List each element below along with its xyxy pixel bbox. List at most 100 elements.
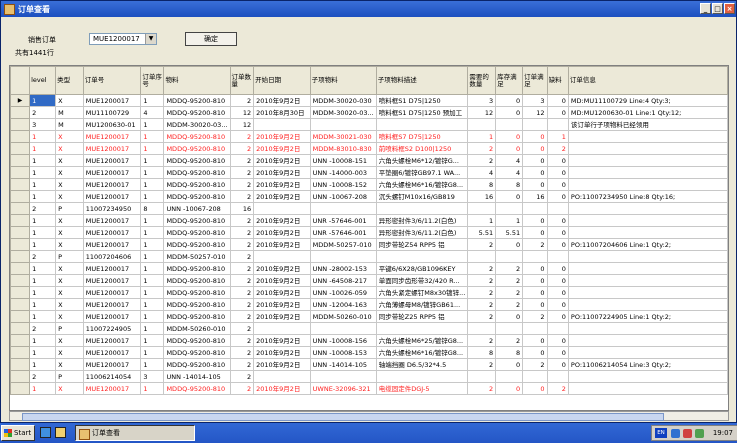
table-cell[interactable]: 1 xyxy=(29,262,57,275)
table-cell[interactable]: MUE1200017 xyxy=(82,226,142,239)
table-cell[interactable]: 沉头螺钉M10x16/GB819 xyxy=(375,190,469,203)
row-selector[interactable] xyxy=(10,202,31,215)
table-cell[interactable]: P xyxy=(55,202,84,215)
table-cell[interactable]: X xyxy=(55,334,84,347)
row-selector[interactable] xyxy=(10,250,31,263)
table-cell[interactable]: 1 xyxy=(29,226,57,239)
table-cell[interactable]: 11006214054 xyxy=(82,370,142,383)
table-cell[interactable] xyxy=(522,202,548,215)
table-cell[interactable]: MDDQ-95200-810 xyxy=(163,382,231,395)
language-indicator[interactable]: EN xyxy=(655,428,667,438)
table-cell[interactable]: MDDQ-95200-810 xyxy=(163,94,231,107)
table-cell[interactable] xyxy=(375,118,469,131)
table-cell[interactable]: 1 xyxy=(140,286,165,299)
table-row[interactable]: 1 X MUE1200017 1 MDDQ-95200-810 2 2010年9月2日 UNN… xyxy=(10,274,728,287)
table-row[interactable]: 1 X MUE1200017 1 MDDQ-95200-810 2 2010年9月2日 MDD… xyxy=(10,310,728,323)
row-selector[interactable] xyxy=(10,214,31,227)
table-cell[interactable]: 前喷料框S2 D100|1250 xyxy=(375,142,469,155)
table-cell[interactable]: 2 xyxy=(229,178,255,191)
column-header[interactable]: 物料 xyxy=(163,66,231,95)
column-header[interactable]: 子项物料描述 xyxy=(375,66,469,95)
security-icon[interactable] xyxy=(683,429,692,438)
table-cell[interactable]: 1 xyxy=(140,154,165,167)
table-cell[interactable]: 16 xyxy=(522,190,548,203)
table-cell[interactable]: 1 xyxy=(29,298,57,311)
table-cell[interactable] xyxy=(253,202,311,215)
table-cell[interactable]: MUE1200017 xyxy=(82,346,142,359)
table-cell[interactable] xyxy=(253,322,311,335)
table-cell[interactable] xyxy=(253,370,311,383)
volume-icon[interactable] xyxy=(695,429,704,438)
table-cell[interactable]: 该订单行子项物料已经领用 xyxy=(567,118,728,131)
table-cell[interactable]: 轴端挡圈 D6.5/32*4.5 xyxy=(375,358,469,371)
table-cell[interactable]: 2010年9月2日 xyxy=(253,286,311,299)
column-header[interactable]: 订单信息 xyxy=(567,66,728,95)
table-cell[interactable]: 2010年9月2日 xyxy=(253,130,311,143)
table-cell[interactable] xyxy=(495,322,524,335)
table-cell[interactable]: 单面同步齿形带32/420 R... xyxy=(375,274,469,287)
row-selector[interactable] xyxy=(10,298,31,311)
table-cell[interactable]: UNN -10008-156 xyxy=(309,334,377,347)
row-selector[interactable] xyxy=(10,130,31,143)
table-cell[interactable]: 2 xyxy=(29,106,57,119)
table-cell[interactable] xyxy=(467,202,497,215)
minimize-button[interactable]: _ xyxy=(700,3,711,14)
table-cell[interactable]: 2 xyxy=(546,142,569,155)
table-cell[interactable]: 2 xyxy=(229,310,255,323)
chevron-down-icon[interactable]: ▼ xyxy=(145,34,156,44)
table-cell[interactable]: 2 xyxy=(467,382,497,395)
confirm-button[interactable]: 确定 xyxy=(185,32,237,46)
table-cell[interactable]: 0 xyxy=(522,274,548,287)
table-cell[interactable]: 0 xyxy=(546,238,569,251)
table-cell[interactable]: MDDQ-95200-810 xyxy=(163,178,231,191)
table-cell[interactable]: 2 xyxy=(467,154,497,167)
table-row[interactable]: 1 X MUE1200017 1 MDDQ-95200-810 2 2010年9月2日 UNN… xyxy=(10,166,728,179)
table-cell[interactable]: MD:MU11100729 Line:4 Qty:3; xyxy=(567,94,728,107)
table-cell[interactable]: UNN -12004-163 xyxy=(309,298,377,311)
table-cell[interactable]: 2010年9月2日 xyxy=(253,298,311,311)
table-row[interactable]: 1 X MUE1200017 1 MDDQ-95200-810 2 2010年9月2日 UNN… xyxy=(10,178,728,191)
table-cell[interactable]: 11007224905 xyxy=(82,322,142,335)
table-cell[interactable]: 0 xyxy=(522,286,548,299)
table-cell[interactable]: 异形密封件3/6/11.2(白色) xyxy=(375,214,469,227)
table-cell[interactable]: 2010年9月2日 xyxy=(253,346,311,359)
table-cell[interactable]: UNN -10008-152 xyxy=(309,178,377,191)
table-cell[interactable]: 2 xyxy=(467,142,497,155)
table-cell[interactable]: MDDQ-95200-810 xyxy=(163,238,231,251)
table-cell[interactable]: 8 xyxy=(140,202,165,215)
ie-icon[interactable] xyxy=(40,427,51,438)
row-selector[interactable] xyxy=(10,154,31,167)
table-cell[interactable]: 2 xyxy=(229,262,255,275)
table-cell[interactable]: 0 xyxy=(546,346,569,359)
table-cell[interactable] xyxy=(567,130,728,143)
table-cell[interactable]: 2 xyxy=(29,322,57,335)
column-header[interactable]: 订单序号 xyxy=(140,66,165,95)
order-select[interactable]: MUE1200017 ▼ xyxy=(89,33,157,45)
table-cell[interactable]: M xyxy=(55,118,84,131)
table-cell[interactable]: 2 xyxy=(229,130,255,143)
table-cell[interactable]: 1 xyxy=(467,214,497,227)
table-cell[interactable] xyxy=(375,202,469,215)
table-cell[interactable]: X xyxy=(55,130,84,143)
table-cell[interactable] xyxy=(546,118,569,131)
table-row[interactable]: 1 X MUE1200017 1 MDDQ-95200-810 2 2010年9月2日 UNN… xyxy=(10,334,728,347)
table-cell[interactable]: 1 xyxy=(140,358,165,371)
table-cell[interactable]: 2010年9月2日 xyxy=(253,334,311,347)
table-cell[interactable]: 1 xyxy=(140,298,165,311)
table-cell[interactable]: X xyxy=(55,298,84,311)
table-cell[interactable]: 0 xyxy=(522,334,548,347)
table-cell[interactable] xyxy=(567,202,728,215)
row-selector[interactable] xyxy=(10,190,31,203)
table-cell[interactable]: M xyxy=(55,106,84,119)
table-cell[interactable]: UNR -57646-001 xyxy=(309,226,377,239)
table-cell[interactable]: MDDQ-95200-810 xyxy=(163,286,231,299)
table-cell[interactable]: MDDQ-95200-810 xyxy=(163,226,231,239)
table-cell[interactable] xyxy=(495,370,524,383)
table-cell[interactable]: 3 xyxy=(522,94,548,107)
table-cell[interactable]: X xyxy=(55,274,84,287)
table-cell[interactable]: 0 xyxy=(495,190,524,203)
table-cell[interactable]: 0 xyxy=(546,310,569,323)
table-cell[interactable]: UNN -14000-003 xyxy=(309,166,377,179)
table-cell[interactable]: X xyxy=(55,142,84,155)
table-cell[interactable]: 2 xyxy=(229,214,255,227)
